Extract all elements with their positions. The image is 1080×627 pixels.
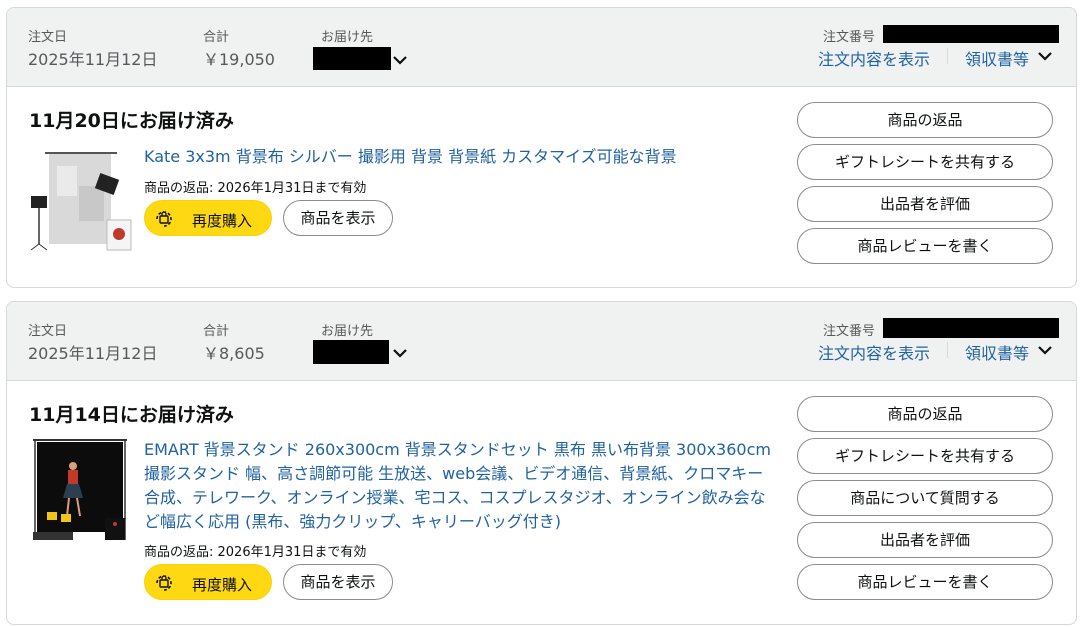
order-number-label: 注文番号 [823, 30, 876, 45]
chevron-down-icon[interactable] [391, 344, 409, 362]
order-total: ￥19,050 [203, 50, 275, 69]
rate-seller-button[interactable]: 出品者を評価 [797, 186, 1053, 222]
order-card: 注文日 2025年11月12日 合計 ￥8,605 お届け先 注文番号 注文内容… [6, 301, 1077, 625]
ask-product-question-button[interactable]: 商品について質問する [797, 480, 1053, 516]
product-image[interactable] [27, 436, 133, 542]
order-total: ￥8,605 [203, 344, 265, 363]
write-review-button[interactable]: 商品レビューを書く [797, 228, 1053, 264]
order-number-redacted [883, 318, 1059, 338]
ship-to-label: お届け先 [321, 324, 374, 339]
return-item-button[interactable]: 商品の返品 [797, 102, 1053, 138]
delivery-status: 11月20日にお届け済み [29, 110, 234, 132]
ship-to-label: お届け先 [321, 30, 374, 45]
ship-to-name-redacted[interactable] [313, 340, 389, 364]
return-eligibility: 商品の返品: 2026年1月31日まで有効 [144, 545, 367, 560]
rate-seller-button[interactable]: 出品者を評価 [797, 522, 1053, 558]
order-date-label: 注文日 [28, 324, 68, 339]
write-review-button[interactable]: 商品レビューを書く [797, 564, 1053, 600]
product-image[interactable] [27, 146, 133, 252]
product-title-link[interactable]: Kate 3x3m 背景布 シルバー 撮影用 背景 背景紙 カスタマイズ可能な背… [144, 145, 779, 169]
invoice-link[interactable]: 領収書等 [965, 46, 1029, 70]
delivery-status: 11月14日にお届け済み [29, 404, 234, 426]
order-header: 注文日 2025年11月12日 合計 ￥8,605 お届け先 注文番号 注文内容… [7, 302, 1076, 381]
buy-again-button[interactable]: 再度購入 [144, 200, 272, 236]
order-total-label: 合計 [203, 324, 230, 339]
return-eligibility: 商品の返品: 2026年1月31日まで有効 [144, 181, 367, 196]
share-gift-receipt-button[interactable]: ギフトレシートを共有する [797, 438, 1053, 474]
chevron-down-icon[interactable] [1036, 341, 1054, 359]
order-date: 2025年11月12日 [28, 344, 158, 363]
buy-again-icon [156, 575, 172, 591]
buy-again-icon [156, 211, 172, 227]
chevron-down-icon[interactable] [1036, 47, 1054, 65]
invoice-link[interactable]: 領収書等 [965, 340, 1029, 364]
return-item-button[interactable]: 商品の返品 [797, 396, 1053, 432]
order-date: 2025年11月12日 [28, 50, 158, 69]
chevron-down-icon[interactable] [391, 51, 409, 69]
order-number-redacted [883, 25, 1059, 43]
view-item-button[interactable]: 商品を表示 [283, 200, 393, 236]
order-date-label: 注文日 [28, 30, 68, 45]
product-title-link[interactable]: EMART 背景スタンド 260x300cm 背景スタンドセット 黒布 黒い布背… [144, 438, 779, 534]
order-number-label: 注文番号 [823, 324, 876, 339]
view-item-button[interactable]: 商品を表示 [283, 564, 393, 600]
ship-to-name-redacted[interactable] [313, 47, 391, 70]
order-card: 注文日 2025年11月12日 合計 ￥19,050 お届け先 注文番号 注文内… [6, 7, 1077, 288]
buy-again-label: 再度購入 [192, 212, 253, 230]
order-header: 注文日 2025年11月12日 合計 ￥19,050 お届け先 注文番号 注文内… [7, 8, 1076, 87]
buy-again-label: 再度購入 [192, 576, 253, 594]
view-order-details-link[interactable]: 注文内容を表示 [818, 46, 930, 70]
view-order-details-link[interactable]: 注文内容を表示 [818, 340, 930, 364]
order-total-label: 合計 [203, 30, 230, 45]
share-gift-receipt-button[interactable]: ギフトレシートを共有する [797, 144, 1053, 180]
divider [947, 48, 948, 64]
divider [947, 342, 948, 358]
buy-again-button[interactable]: 再度購入 [144, 564, 272, 600]
